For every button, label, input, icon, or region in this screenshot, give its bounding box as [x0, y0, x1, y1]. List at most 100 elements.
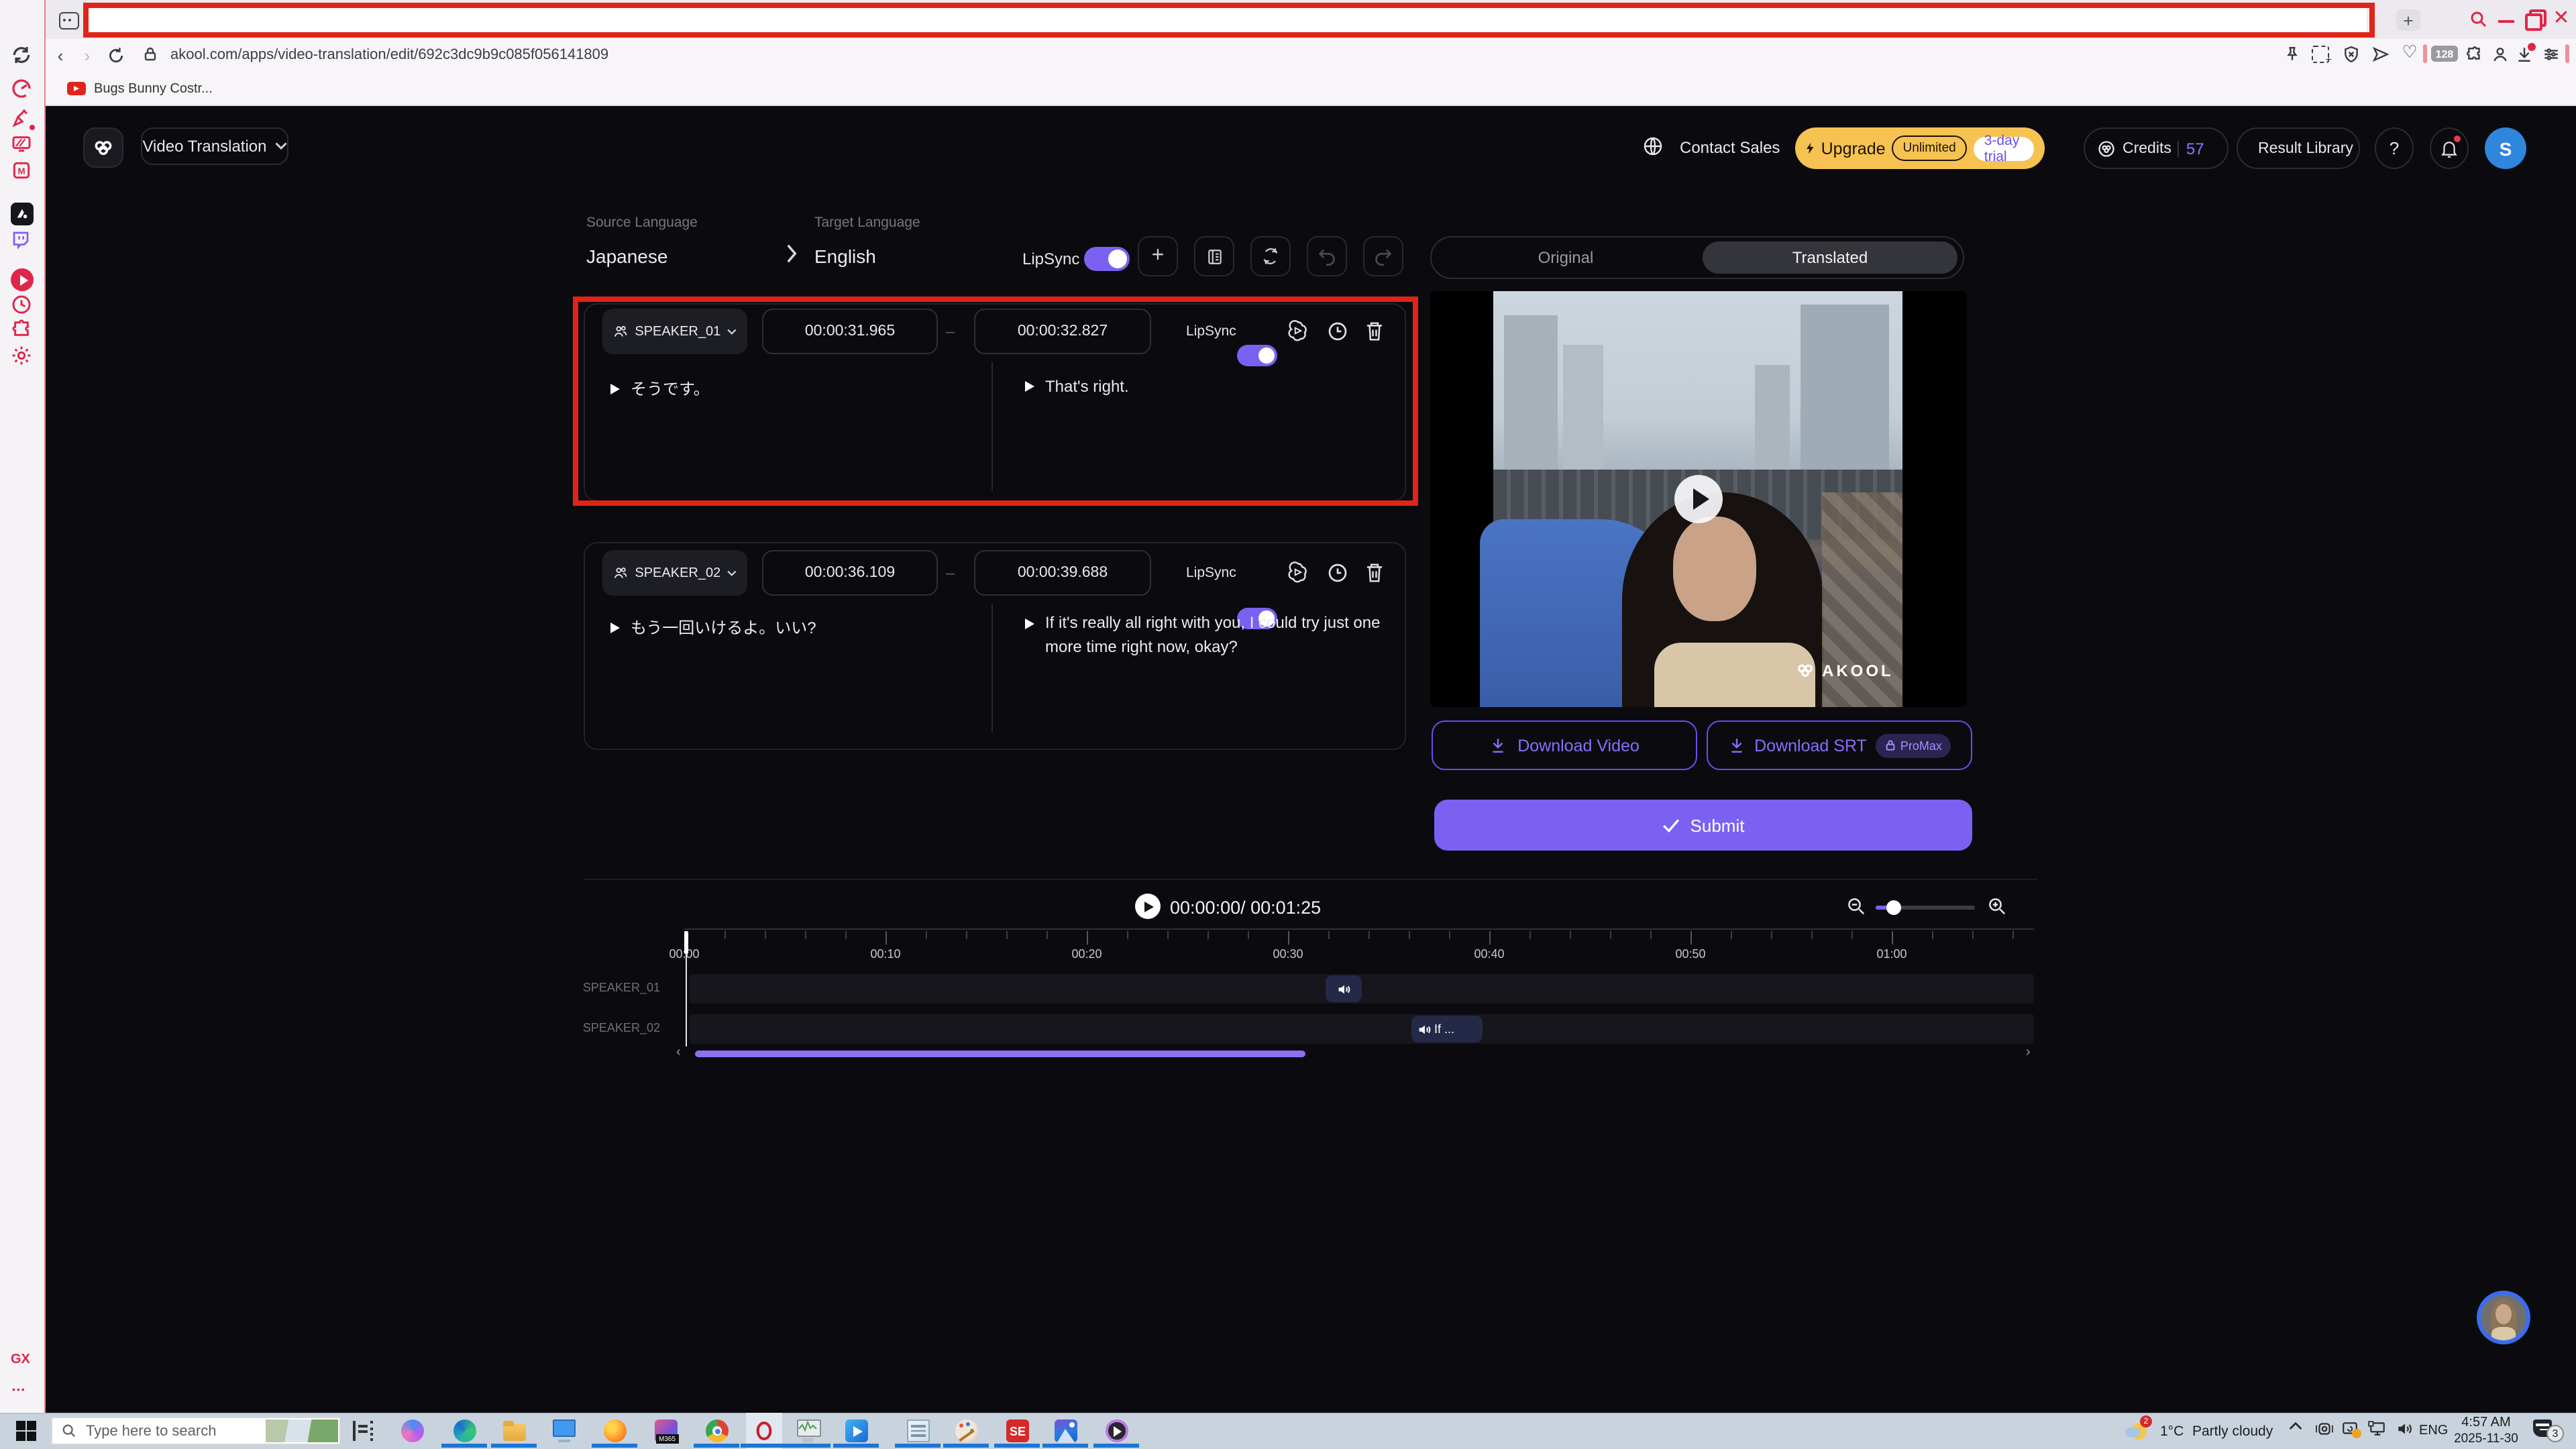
search-tabs-icon[interactable] [2469, 9, 2489, 30]
m-app-icon[interactable]: M [11, 160, 34, 182]
gx-label[interactable]: GX [11, 1352, 30, 1367]
delete-trash-icon-2[interactable] [1364, 562, 1385, 584]
taskbar-paint-icon[interactable] [955, 1419, 978, 1442]
timeline-scrollbar-thumb[interactable] [695, 1051, 1305, 1057]
taskbar-opera-icon[interactable] [753, 1419, 775, 1442]
video-play-button[interactable] [1674, 475, 1723, 523]
taskbar-chrome-icon[interactable] [706, 1419, 729, 1442]
screens-icon[interactable] [11, 133, 34, 156]
taskbar-m365-icon[interactable]: M365 [655, 1419, 678, 1442]
source-text-2[interactable]: もう一回いけるよ。いい? [631, 616, 816, 639]
gear-icon[interactable] [11, 345, 34, 368]
tab-translated[interactable]: Translated [1703, 241, 1957, 274]
history-clock-icon[interactable] [11, 294, 34, 317]
tray-network-icon[interactable] [2368, 1421, 2387, 1437]
adblock-shield-icon[interactable] [2343, 46, 2360, 63]
taskbar-copilot-icon[interactable] [401, 1419, 424, 1442]
transcript-button[interactable] [1194, 236, 1234, 276]
tray-expand-icon[interactable] [2289, 1421, 2302, 1430]
zoom-in-icon[interactable] [1987, 896, 2007, 916]
tray-volume-icon[interactable] [2396, 1421, 2414, 1437]
ai-refine-icon-2[interactable] [1287, 561, 1309, 584]
weather-temp[interactable]: 1°C [2160, 1424, 2184, 1440]
weather-desc[interactable]: Partly cloudy [2192, 1424, 2273, 1440]
taskbar-explorer-icon[interactable] [503, 1419, 526, 1442]
favorites-heart-icon[interactable]: ♡ [2400, 42, 2419, 63]
taskbar-search-box[interactable]: Type here to search [51, 1417, 341, 1445]
scroll-left-arrow[interactable]: ‹ [676, 1045, 681, 1060]
extension-badge[interactable]: 128 [2431, 46, 2458, 62]
upgrade-button[interactable]: Upgrade Unlimited 3-day trial [1795, 127, 2045, 169]
taskbar-notepad-icon[interactable] [907, 1419, 930, 1442]
pin-icon[interactable] [2284, 46, 2301, 63]
taskbar-player-icon[interactable] [1106, 1419, 1128, 1442]
app-menu-dropdown[interactable]: Video Translation [141, 127, 288, 165]
weather-icon[interactable]: 2 [2125, 1418, 2152, 1442]
start-button[interactable] [16, 1421, 36, 1441]
zoom-out-icon[interactable] [1846, 896, 1866, 916]
play-target-icon-2[interactable] [1025, 619, 1034, 629]
play-source-icon-2[interactable] [610, 622, 620, 633]
close-button[interactable]: ✕ [2552, 7, 2571, 28]
tray-clock[interactable]: 4:57 AM 2025-11-30 [2450, 1415, 2522, 1446]
taskbar-photos-icon[interactable] [1055, 1419, 1077, 1442]
minimize-button[interactable] [2498, 20, 2514, 23]
notifications-bell-button[interactable] [2430, 127, 2469, 169]
assistant-avatar[interactable] [2477, 1291, 2530, 1344]
target-play-row-2[interactable]: If it's really all right with you, I cou… [1025, 610, 1414, 659]
duration-clock-icon-2[interactable] [1327, 562, 1348, 584]
tray-update-icon[interactable] [2341, 1421, 2359, 1437]
video-player[interactable]: AKOOL [1430, 291, 1967, 707]
tray-language[interactable]: ENG [2419, 1424, 2448, 1438]
send-icon[interactable] [2372, 46, 2390, 63]
new-tab-button[interactable]: + [2396, 9, 2420, 31]
audio-segment-2[interactable]: If ... [1411, 1016, 1483, 1042]
video-site-icon[interactable] [11, 268, 34, 291]
taskbar-movies-icon[interactable] [845, 1419, 868, 1442]
cleaner-broom-icon[interactable] [11, 107, 34, 130]
akool-home-button[interactable] [83, 127, 123, 168]
task-view-icon[interactable] [353, 1421, 373, 1441]
taskbar-pc-icon[interactable] [553, 1419, 576, 1442]
add-segment-button[interactable]: + [1138, 236, 1178, 276]
globe-icon[interactable] [1642, 136, 1664, 157]
redo-button[interactable] [1363, 236, 1403, 276]
back-button[interactable]: ‹ [52, 43, 68, 67]
taskbar-firefox-icon[interactable] [604, 1419, 627, 1442]
zoom-slider-knob[interactable] [1886, 900, 1901, 914]
zoom-slider-track[interactable] [1876, 906, 1975, 910]
tab-preview-icon[interactable] [59, 12, 79, 30]
taskbar-resmon-icon[interactable] [797, 1419, 820, 1442]
playhead-handle[interactable] [684, 931, 688, 954]
profile-icon[interactable] [2491, 46, 2509, 63]
url-text[interactable]: akool.com/apps/video-translation/edit/69… [170, 47, 608, 63]
track-lane-2[interactable]: If ... [690, 1014, 2034, 1044]
source-language-value[interactable]: Japanese [586, 246, 667, 267]
pinned-app-icon[interactable] [11, 203, 34, 225]
speed-dial-icon[interactable] [11, 78, 34, 101]
credits-button[interactable]: Credits 57 [2084, 127, 2229, 169]
result-library-button[interactable]: Result Library [2237, 127, 2360, 169]
help-button[interactable]: ? [2375, 127, 2414, 169]
bookmark-item[interactable]: Bugs Bunny Costr... [94, 82, 213, 97]
lipsync-main-toggle[interactable] [1084, 247, 1130, 271]
extensions-sidebar-icon[interactable] [11, 318, 34, 341]
twitch-icon[interactable] [11, 229, 34, 252]
track-lane-1[interactable] [690, 974, 2034, 1004]
undo-button[interactable] [1307, 236, 1347, 276]
download-srt-button[interactable]: Download SRT ProMax [1707, 720, 1972, 770]
downloads-icon[interactable] [2516, 46, 2533, 63]
tray-camera-icon[interactable] [2316, 1421, 2333, 1437]
lock-icon[interactable] [142, 46, 158, 63]
timeline-ruler[interactable]: 00:0000:1000:2000:3000:4000:5001:00 [684, 928, 2034, 965]
restore-button[interactable] [2525, 9, 2542, 27]
speaker-dropdown-2[interactable]: SPEAKER_02 [602, 550, 747, 596]
snapshot-icon[interactable]: + [2312, 46, 2329, 63]
taskbar-se-icon[interactable]: SE [1006, 1419, 1029, 1442]
reload-button[interactable] [107, 47, 125, 64]
gx-more[interactable]: ••• [12, 1386, 26, 1395]
sync-icon[interactable] [11, 44, 34, 67]
avatar[interactable]: S [2485, 127, 2526, 169]
end-time-field-2[interactable]: 00:00:39.688 [974, 550, 1151, 596]
settings-sliders-icon[interactable] [2542, 46, 2560, 63]
